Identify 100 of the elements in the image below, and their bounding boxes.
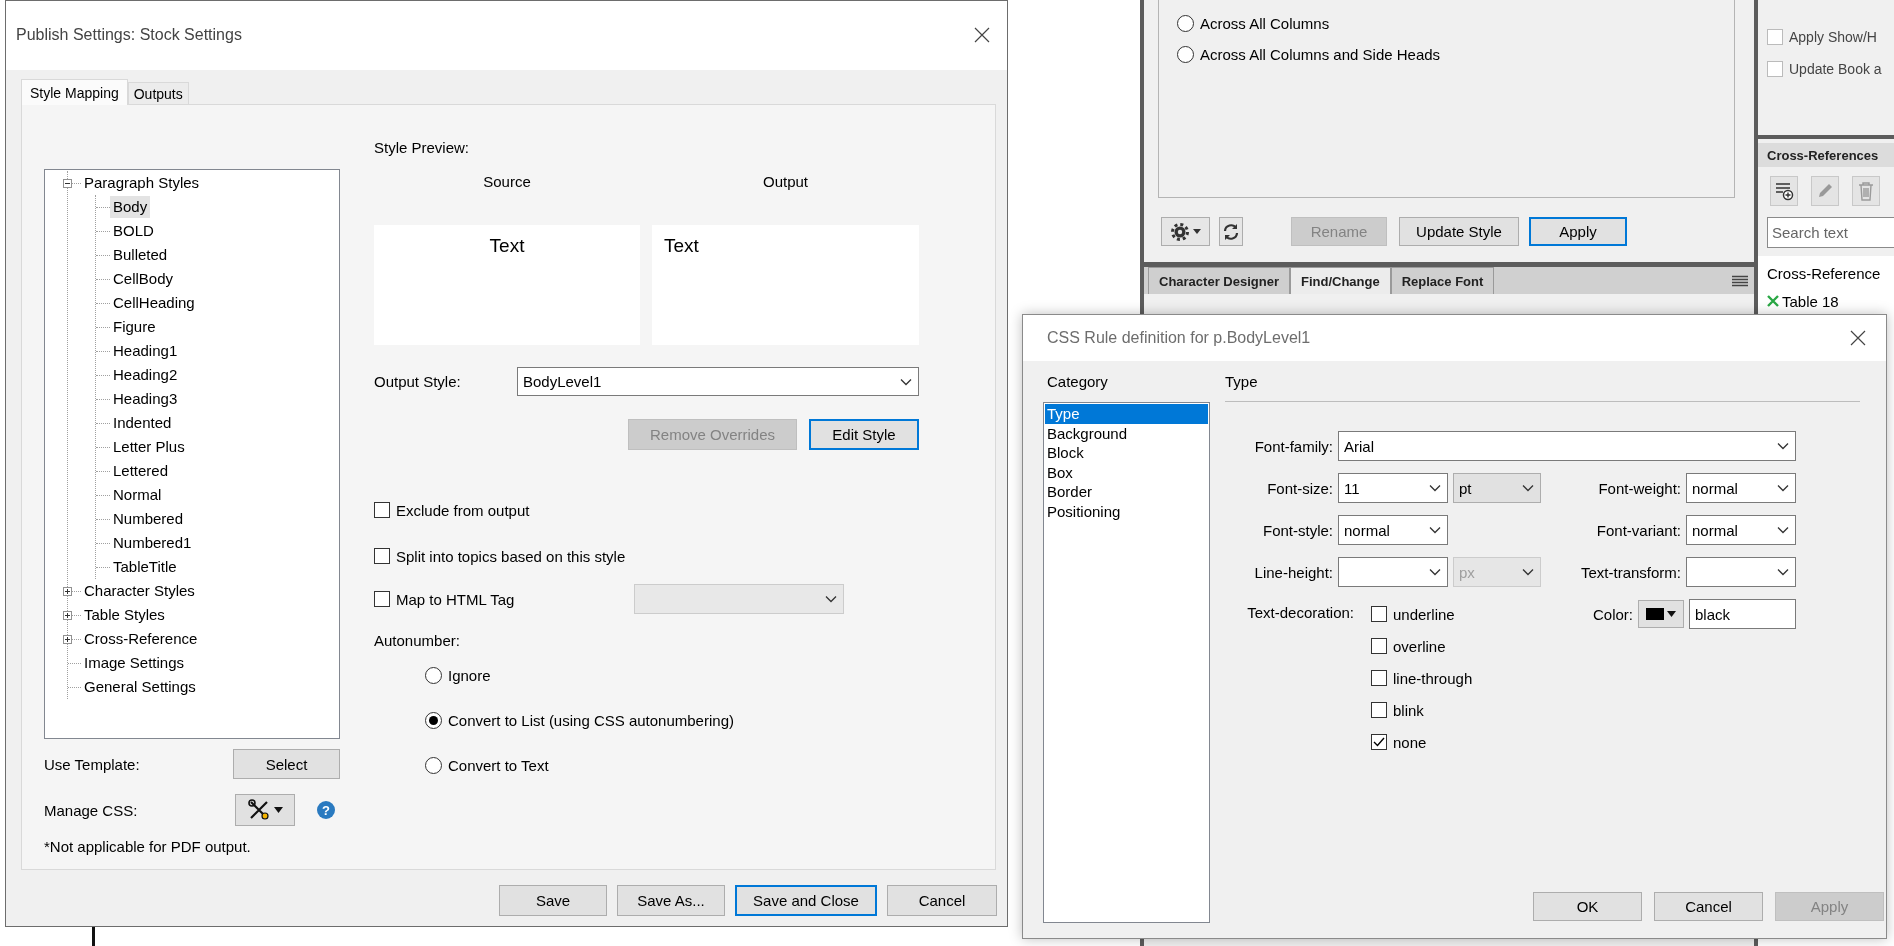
search-field[interactable]: Search text [1767, 217, 1894, 248]
checkbox-label: Apply Show/H [1789, 29, 1877, 45]
cancel-button[interactable]: Cancel [887, 885, 997, 916]
field-label: Font-size: [1267, 479, 1333, 497]
tree-item[interactable]: Numbered1 [110, 532, 195, 554]
update-style-button[interactable]: Update Style [1399, 217, 1519, 246]
list-item[interactable]: Border [1045, 482, 1208, 502]
text-transform-dropdown[interactable] [1686, 557, 1796, 587]
save-as-button[interactable]: Save As... [617, 885, 725, 916]
radio-label: Convert to List (using CSS autonumbering) [448, 711, 734, 729]
radio-button[interactable] [425, 711, 442, 729]
checkbox[interactable] [1371, 638, 1387, 654]
chevron-icon [1429, 484, 1441, 492]
tree-item[interactable]: Figure [110, 316, 159, 338]
ok-button[interactable]: OK [1533, 892, 1642, 921]
plus-box-icon[interactable] [63, 610, 72, 620]
checkbox-label: Split into topics based on this style [396, 547, 626, 565]
save-and-close-button[interactable]: Save and Close [735, 885, 877, 916]
radio-button[interactable] [1177, 14, 1194, 32]
tree-item[interactable]: Normal [110, 484, 165, 506]
chevron-icon [900, 377, 912, 386]
radio-button[interactable] [425, 666, 442, 684]
list-item[interactable]: Block [1045, 443, 1208, 463]
radio-button[interactable] [1177, 45, 1194, 63]
tree-item[interactable]: CellHeading [110, 292, 198, 314]
checkbox[interactable] [1371, 606, 1387, 622]
list-item[interactable]: Background [1045, 423, 1208, 443]
color-picker[interactable] [1638, 600, 1684, 628]
tree-item[interactable]: Indented [110, 412, 175, 434]
cancel-button[interactable]: Cancel [1654, 892, 1763, 921]
tree-item[interactable]: Paragraph Styles [81, 172, 203, 194]
checkbox[interactable] [1767, 29, 1783, 45]
list-item[interactable]: Cross-Reference [1767, 264, 1881, 282]
list-item[interactable]: Positioning [1045, 501, 1208, 521]
checkbox-label: blink [1393, 701, 1424, 719]
tree-item[interactable]: Body [110, 196, 151, 218]
add-button[interactable] [1770, 176, 1798, 206]
tools-button[interactable] [235, 794, 295, 826]
tree-item[interactable]: Numbered [110, 508, 187, 530]
checkbox[interactable] [1767, 61, 1783, 77]
chevron-icon [1777, 526, 1789, 534]
help-button[interactable]: ? [317, 801, 335, 819]
field-label: Font-family: [1254, 437, 1333, 455]
panel-tab[interactable]: Find/Change [1289, 267, 1391, 294]
gear-icon [1170, 221, 1190, 242]
output-preview: Text [652, 225, 919, 345]
panel-tab[interactable]: Character Designer [1148, 267, 1290, 294]
checkbox[interactable] [374, 591, 390, 607]
tree-item[interactable]: Character Styles [81, 580, 198, 602]
save-button[interactable]: Save [499, 885, 607, 916]
select-button[interactable]: Select [233, 749, 340, 779]
tree-item[interactable]: BOLD [110, 220, 157, 242]
checkbox-label: Exclude from output [396, 501, 530, 519]
line-height-dropdown[interactable] [1338, 557, 1448, 587]
output-style-dropdown[interactable]: BodyLevel1 [517, 367, 919, 396]
checkbox[interactable] [1371, 734, 1387, 750]
tree-item[interactable]: Bulleted [110, 244, 171, 266]
refresh-button[interactable] [1219, 217, 1243, 246]
tree-item[interactable]: CellBody [110, 268, 177, 290]
edit-style-button[interactable]: Edit Style [809, 419, 919, 450]
close-button[interactable] [1848, 328, 1868, 348]
tab[interactable]: Outputs [127, 82, 189, 104]
tree-item[interactable]: Image Settings [81, 652, 188, 674]
tree-item[interactable]: Heading3 [110, 388, 181, 410]
tree-item[interactable]: Letter Plus [110, 436, 188, 458]
tree-item[interactable]: TableTitle [110, 556, 180, 578]
chevron-icon [1429, 568, 1441, 576]
tree-item[interactable]: Heading1 [110, 340, 181, 362]
plus-box-icon[interactable] [63, 634, 72, 644]
font-variant-dropdown[interactable]: normal [1686, 515, 1796, 545]
unit-dropdown[interactable]: pt [1453, 473, 1541, 503]
plus-box-icon[interactable] [63, 586, 72, 596]
tab[interactable]: Style Mapping [21, 79, 128, 105]
panel-tab[interactable]: Replace Font [1390, 267, 1495, 294]
chevron-icon [1777, 442, 1789, 450]
font-family-dropdown[interactable]: Arial [1338, 431, 1796, 461]
apply-button[interactable]: Apply [1529, 217, 1627, 246]
menu-icon[interactable] [1732, 274, 1748, 287]
checkbox[interactable] [374, 548, 390, 564]
list-item[interactable]: Type [1045, 404, 1208, 424]
radio-button[interactable] [425, 756, 442, 774]
list-item[interactable]: Table 18 [1782, 292, 1839, 310]
checkbox[interactable] [1371, 670, 1387, 686]
font-size-dropdown[interactable]: 11 [1338, 473, 1448, 503]
tree-item[interactable]: General Settings [81, 676, 199, 698]
list-item[interactable]: Box [1045, 462, 1208, 482]
checkbox[interactable] [1371, 702, 1387, 718]
tree-item[interactable]: Lettered [110, 460, 172, 482]
checkbox-label: line-through [1393, 669, 1473, 687]
font-style-dropdown[interactable]: normal [1338, 515, 1448, 545]
tree-item[interactable]: Cross-Reference [81, 628, 201, 650]
refresh-icon [1222, 222, 1240, 241]
tree-item[interactable]: Heading2 [110, 364, 181, 386]
minus-box-icon[interactable] [63, 178, 72, 188]
font-weight-dropdown[interactable]: normal [1686, 473, 1796, 503]
color-field[interactable]: black [1689, 599, 1796, 629]
checkbox[interactable] [374, 502, 390, 518]
settings-button[interactable] [1161, 217, 1210, 246]
tree-item[interactable]: Table Styles [81, 604, 168, 626]
field-label: Line-height: [1254, 563, 1333, 581]
